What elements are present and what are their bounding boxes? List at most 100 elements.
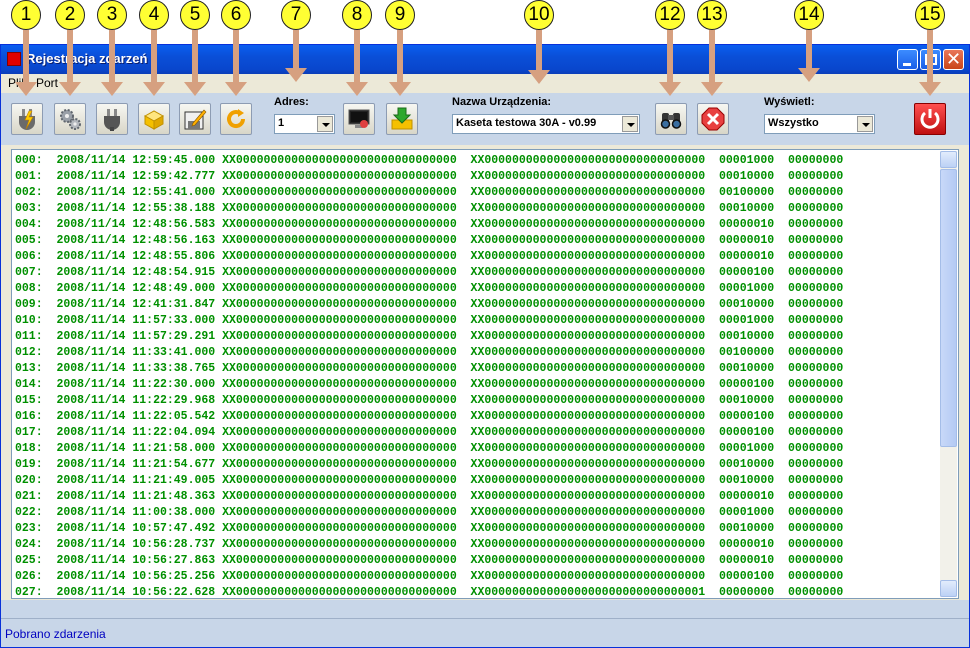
event-field-b: XX00000000000000000000000000000000 <box>470 426 706 439</box>
event-row: 012: 2008/11/14 11:33:41.000 XX000000000… <box>15 346 844 359</box>
scroll-thumb[interactable] <box>940 169 957 447</box>
callout-6: 6 <box>221 0 251 30</box>
event-date: 2008/11/14 <box>56 154 126 167</box>
event-number: 024 <box>15 538 36 551</box>
menu-port[interactable]: Port <box>36 76 58 90</box>
callout-3: 3 <box>97 0 127 30</box>
event-field-d: 00000000 <box>788 234 844 247</box>
event-field-a: XX00000000000000000000000000000000 <box>222 378 457 391</box>
device-select[interactable]: Kaseta testowa 30A - v0.99 <box>452 114 640 134</box>
save-button[interactable] <box>179 103 211 135</box>
event-field-d: 00000000 <box>788 570 844 583</box>
event-time: 11:33:38.765 <box>132 362 216 375</box>
scroll-up-icon[interactable] <box>940 151 957 168</box>
exit-button[interactable] <box>914 103 946 135</box>
event-row: 016: 2008/11/14 11:22:05.542 XX000000000… <box>15 410 844 423</box>
event-field-d: 00000000 <box>788 298 844 311</box>
event-field-a: XX00000000000000000000000000000000 <box>222 330 457 343</box>
event-row: 013: 2008/11/14 11:33:38.765 XX000000000… <box>15 362 844 375</box>
cancel-button[interactable] <box>697 103 729 135</box>
event-date: 2008/11/14 <box>56 346 126 359</box>
event-date: 2008/11/14 <box>56 554 126 567</box>
search-button[interactable] <box>655 103 687 135</box>
event-log[interactable]: 000: 2008/11/14 12:59:45.000 XX000000000… <box>11 149 959 599</box>
event-field-a: XX00000000000000000000000000000000 <box>222 410 457 423</box>
event-number: 002 <box>15 186 36 199</box>
event-field-c: 00001000 <box>719 442 775 455</box>
vertical-scrollbar[interactable] <box>940 151 957 597</box>
download-button[interactable] <box>386 103 418 135</box>
event-row: 002: 2008/11/14 12:55:41.000 XX000000000… <box>15 186 844 199</box>
settings-button[interactable] <box>54 103 86 135</box>
power-icon <box>920 109 940 129</box>
event-time: 12:55:38.188 <box>132 202 216 215</box>
event-field-c: 00000100 <box>719 266 775 279</box>
settings-gears-icon <box>60 109 81 130</box>
callout-1: 1 <box>11 0 41 30</box>
event-field-c: 00010000 <box>719 330 775 343</box>
event-field-c: 00000100 <box>719 426 775 439</box>
binoculars-icon <box>660 113 682 129</box>
event-date: 2008/11/14 <box>56 314 126 327</box>
event-number: 005 <box>15 234 36 247</box>
event-date: 2008/11/14 <box>56 490 126 503</box>
scroll-down-icon[interactable] <box>940 580 957 597</box>
event-field-a: XX00000000000000000000000000000000 <box>222 266 457 279</box>
event-date: 2008/11/14 <box>56 458 126 471</box>
window-title: Rejestracja zdarzeń <box>26 51 148 66</box>
event-number: 012 <box>15 346 36 359</box>
event-field-a: XX00000000000000000000000000000000 <box>222 490 457 503</box>
close-icon: ✕ <box>946 49 962 69</box>
chevron-down-icon[interactable] <box>317 116 333 132</box>
event-field-d: 00000000 <box>788 586 844 599</box>
open-button[interactable] <box>138 103 170 135</box>
event-field-b: XX00000000000000000000000000000000 <box>470 250 706 263</box>
event-field-a: XX00000000000000000000000000000000 <box>222 154 457 167</box>
event-field-c: 00010000 <box>719 458 775 471</box>
chevron-down-icon[interactable] <box>622 116 638 132</box>
event-field-a: XX00000000000000000000000000000000 <box>222 314 457 327</box>
close-button[interactable]: ✕ <box>943 49 964 70</box>
event-time: 11:22:29.968 <box>132 394 216 407</box>
event-field-d: 00000000 <box>788 538 844 551</box>
event-row: 010: 2008/11/14 11:57:33.000 XX000000000… <box>15 314 844 327</box>
event-number: 006 <box>15 250 36 263</box>
address-select[interactable]: 1 <box>274 114 335 134</box>
event-field-b: XX00000000000000000000000000000000 <box>470 234 706 247</box>
status-text: Pobrano zdarzenia <box>5 627 106 641</box>
connect-button[interactable] <box>11 103 43 135</box>
minimize-button[interactable] <box>897 49 918 70</box>
event-row: 018: 2008/11/14 11:21:58.000 XX000000000… <box>15 442 844 455</box>
callout-10: 10 <box>524 0 554 30</box>
event-time: 11:57:33.000 <box>132 314 216 327</box>
event-number: 023 <box>15 522 36 535</box>
event-row: 003: 2008/11/14 12:55:38.188 XX000000000… <box>15 202 844 215</box>
chevron-down-icon[interactable] <box>857 116 873 132</box>
event-field-a: XX00000000000000000000000000000000 <box>222 506 457 519</box>
event-field-a: XX00000000000000000000000000000000 <box>222 458 457 471</box>
event-field-a: XX00000000000000000000000000000000 <box>222 170 457 183</box>
event-field-b: XX00000000000000000000000000000000 <box>470 186 706 199</box>
event-field-a: XX00000000000000000000000000000000 <box>222 186 457 199</box>
event-time: 12:55:41.000 <box>132 186 216 199</box>
title-bar[interactable]: Rejestracja zdarzeń ✕ <box>1 45 969 74</box>
event-field-b: XX00000000000000000000000000000000 <box>470 346 706 359</box>
event-field-a: XX00000000000000000000000000000000 <box>222 570 457 583</box>
open-box-icon <box>143 110 165 130</box>
monitor-button[interactable] <box>343 103 375 135</box>
event-time: 11:00:38.000 <box>132 506 216 519</box>
disconnect-button[interactable] <box>96 103 128 135</box>
show-select[interactable]: Wszystko <box>764 114 875 134</box>
event-field-b: XX00000000000000000000000000000000 <box>470 362 706 375</box>
status-bar: Pobrano zdarzenia <box>1 618 969 647</box>
event-number: 003 <box>15 202 36 215</box>
event-time: 12:48:56.163 <box>132 234 216 247</box>
refresh-button[interactable] <box>220 103 252 135</box>
event-field-d: 00000000 <box>788 522 844 535</box>
event-date: 2008/11/14 <box>56 442 126 455</box>
event-time: 11:33:41.000 <box>132 346 216 359</box>
event-date: 2008/11/14 <box>56 586 126 599</box>
event-field-d: 00000000 <box>788 218 844 231</box>
event-number: 013 <box>15 362 36 375</box>
event-time: 10:56:27.863 <box>132 554 216 567</box>
